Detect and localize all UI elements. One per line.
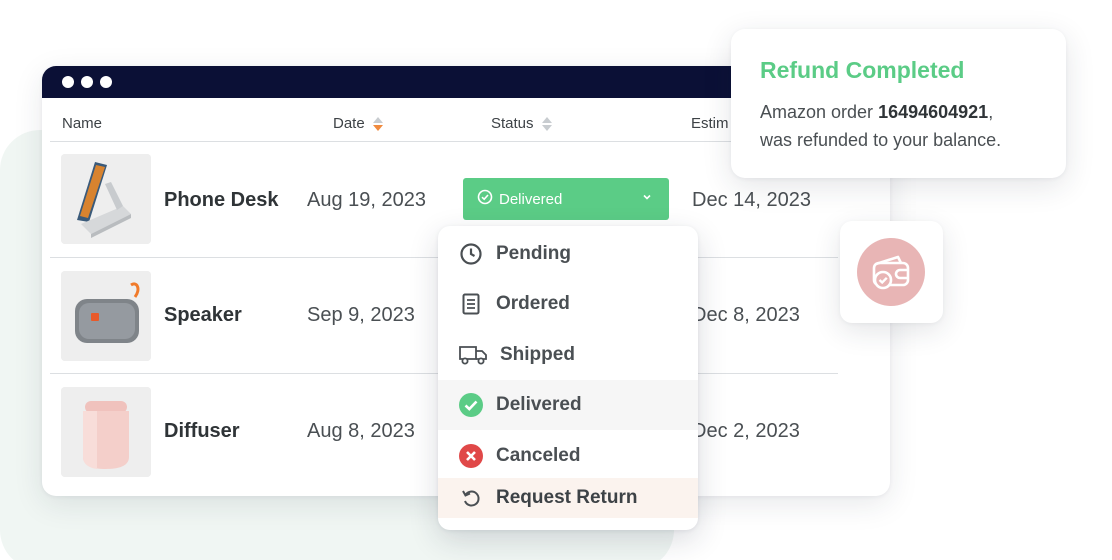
window-dot bbox=[81, 76, 93, 88]
notification-text: , bbox=[988, 102, 994, 122]
check-circle-icon bbox=[458, 392, 484, 418]
order-date: Aug 8, 2023 bbox=[307, 420, 415, 442]
window-dot bbox=[100, 76, 112, 88]
column-header-label: Status bbox=[491, 115, 534, 132]
column-header-date[interactable]: Date bbox=[333, 115, 383, 132]
menu-item-pending[interactable]: Pending bbox=[438, 229, 698, 279]
column-header-label: Name bbox=[62, 115, 103, 132]
menu-item-shipped[interactable]: Shipped bbox=[438, 330, 698, 380]
order-date: Aug 19, 2023 bbox=[307, 189, 426, 211]
menu-item-label: Canceled bbox=[496, 445, 581, 466]
sort-icon[interactable] bbox=[372, 116, 383, 131]
column-header-label: Estim bbox=[691, 115, 729, 132]
menu-item-canceled[interactable]: Canceled bbox=[438, 431, 698, 481]
menu-item-label: Delivered bbox=[496, 394, 582, 415]
order-number: 16494604921 bbox=[878, 102, 989, 122]
estimated-date: Dec 2, 2023 bbox=[692, 420, 800, 442]
clipboard-icon bbox=[458, 291, 484, 317]
chevron-down-icon bbox=[641, 190, 653, 207]
product-name: Speaker bbox=[164, 304, 242, 326]
menu-item-label: Request Return bbox=[496, 487, 638, 508]
column-header-name[interactable]: Name bbox=[62, 115, 102, 132]
status-label: Delivered bbox=[499, 190, 563, 208]
notification-body: Amazon order 16494604921, was refunded t… bbox=[760, 98, 1037, 154]
product-name: Phone Desk bbox=[164, 189, 279, 211]
window-dot bbox=[62, 76, 74, 88]
product-image-phone-desk bbox=[61, 154, 151, 244]
column-header-estimated[interactable]: Estim bbox=[691, 115, 729, 132]
menu-item-ordered[interactable]: Ordered bbox=[438, 279, 698, 329]
column-header-status[interactable]: Status bbox=[491, 115, 552, 132]
product-image-speaker bbox=[61, 271, 151, 361]
estimated-date: Dec 14, 2023 bbox=[692, 189, 811, 211]
product-image-diffuser bbox=[61, 387, 151, 477]
estimated-date: Dec 8, 2023 bbox=[692, 304, 800, 326]
check-circle-icon bbox=[477, 189, 493, 209]
menu-item-label: Ordered bbox=[496, 293, 570, 314]
wallet-icon bbox=[857, 238, 925, 306]
x-circle-icon bbox=[458, 443, 484, 469]
menu-item-label: Pending bbox=[496, 243, 571, 264]
product-name: Diffuser bbox=[164, 420, 240, 442]
menu-item-label: Shipped bbox=[500, 344, 575, 365]
undo-icon bbox=[458, 485, 484, 511]
status-dropdown-button[interactable]: Delivered bbox=[463, 178, 669, 220]
notification-text: Amazon order bbox=[760, 102, 879, 122]
menu-item-request-return[interactable]: Request Return bbox=[438, 478, 698, 518]
clock-icon bbox=[458, 241, 484, 267]
notification-text: was refunded to your balance. bbox=[760, 130, 1002, 150]
truck-icon bbox=[458, 342, 488, 368]
column-header-label: Date bbox=[333, 115, 365, 132]
status-menu: Pending Ordered Shipped Delivered Cancel… bbox=[438, 226, 698, 530]
wallet-card bbox=[840, 221, 943, 323]
menu-item-delivered[interactable]: Delivered bbox=[438, 380, 698, 430]
notification-title: Refund Completed bbox=[760, 57, 965, 83]
refund-notification: Refund Completed Amazon order 1649460492… bbox=[731, 29, 1066, 178]
order-date: Sep 9, 2023 bbox=[307, 304, 415, 326]
sort-icon[interactable] bbox=[541, 116, 552, 131]
